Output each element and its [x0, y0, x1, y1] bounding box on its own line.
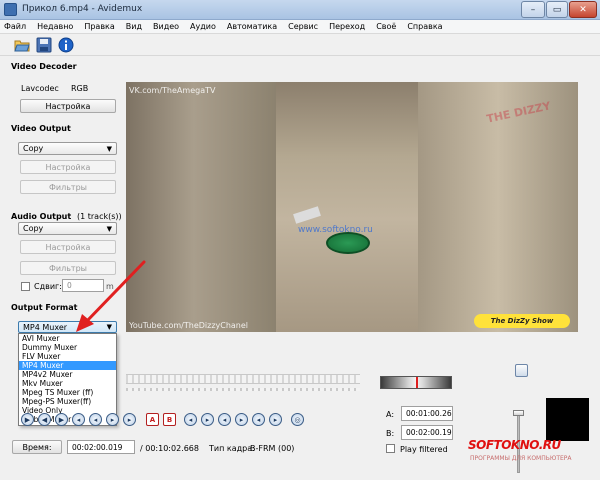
- current-time-field[interactable]: 00:02:00.019: [67, 440, 135, 454]
- decoder-colorspace: RGB: [71, 84, 89, 93]
- window-title: Прикол 6.mp4 - Avidemux: [22, 4, 143, 14]
- output-format-dropdown: AVI Muxer Dummy Muxer FLV Muxer MP4 Muxe…: [18, 333, 117, 426]
- marker-b-label: B:: [386, 429, 395, 438]
- audio-meter-icon[interactable]: [515, 364, 528, 377]
- menu-bar: Файл Недавно Правка Вид Видео Аудио Авто…: [0, 20, 600, 34]
- menu-view[interactable]: Вид: [126, 22, 142, 31]
- menu-video[interactable]: Видео: [153, 22, 179, 31]
- site-watermark: www.softokno.ru: [298, 225, 373, 235]
- rewind-icon[interactable]: ◀: [38, 413, 51, 426]
- marker-a-time[interactable]: 00:01:00.26: [401, 406, 453, 421]
- menu-go[interactable]: Переход: [329, 22, 365, 31]
- maximize-button[interactable]: ▭: [546, 1, 568, 18]
- zoom-slider-thumb[interactable]: [513, 410, 524, 416]
- volume-marker: [416, 377, 418, 388]
- goto-b-icon[interactable]: ▸: [201, 413, 214, 426]
- marker-a-label: A:: [386, 410, 395, 419]
- muxer-option-selected[interactable]: MP4 Muxer: [19, 361, 116, 370]
- shift-label: Сдвиг:: [34, 282, 62, 291]
- back-frame-icon[interactable]: ◂: [89, 413, 102, 426]
- timeline-track[interactable]: [126, 388, 360, 391]
- menu-recent[interactable]: Недавно: [37, 22, 73, 31]
- play-icon[interactable]: ▶: [21, 413, 34, 426]
- marker-a-icon[interactable]: A: [146, 413, 159, 426]
- muxer-option[interactable]: FLV Muxer: [19, 352, 116, 361]
- menu-audio[interactable]: Аудио: [190, 22, 216, 31]
- toolbar: [0, 34, 600, 56]
- muxer-option[interactable]: Video Only: [19, 406, 116, 415]
- red-arrow-annotation: [76, 260, 146, 332]
- frame-type-label: Тип кадра:: [209, 444, 255, 453]
- softokno-logo: SOFTOKNO.RU: [468, 438, 561, 452]
- audio-codec-value: Copy: [23, 224, 44, 233]
- muxer-option[interactable]: Mkv Muxer: [19, 379, 116, 388]
- marker-b-time[interactable]: 00:02:00.19: [401, 425, 453, 440]
- next-frame-icon[interactable]: ▸: [106, 413, 119, 426]
- video-codec-value: Copy: [23, 144, 44, 153]
- video-codec-select[interactable]: Copy ▼: [18, 142, 117, 155]
- menu-help[interactable]: Справка: [407, 22, 442, 31]
- play-filtered-checkbox[interactable]: [386, 444, 395, 453]
- info-icon[interactable]: [58, 37, 74, 53]
- muxer-option[interactable]: MP4v2 Muxer: [19, 370, 116, 379]
- menu-auto[interactable]: Автоматика: [227, 22, 277, 31]
- open-folder-icon[interactable]: [14, 37, 30, 53]
- audio-track-count: (1 track(s)): [77, 212, 122, 221]
- minimize-button[interactable]: –: [521, 1, 545, 18]
- green-bucket: [326, 232, 370, 254]
- dizzy-show-badge: The DizZy Show: [474, 314, 570, 328]
- menu-tools[interactable]: Сервис: [288, 22, 318, 31]
- save-icon[interactable]: [36, 37, 52, 53]
- chevron-down-icon: ▼: [106, 225, 112, 233]
- play-filtered-label: Play filtered: [400, 445, 448, 454]
- video-decoder-heading: Video Decoder: [11, 62, 77, 71]
- total-time: / 00:10:02.668: [140, 444, 199, 453]
- first-frame-icon[interactable]: ◂: [252, 413, 265, 426]
- next-keyframe-icon[interactable]: ▸: [123, 413, 136, 426]
- shift-checkbox[interactable]: [21, 282, 30, 291]
- last-frame-icon[interactable]: ▸: [269, 413, 282, 426]
- audio-output-heading: Audio Output (1 track(s)): [11, 212, 122, 221]
- decoder-codec: Lavcodec: [21, 84, 59, 93]
- prev-keyframe-icon[interactable]: ◂: [72, 413, 85, 426]
- mini-preview: [546, 398, 589, 441]
- volume-meter[interactable]: [380, 376, 452, 389]
- next-black-icon[interactable]: ▸: [235, 413, 248, 426]
- muxer-option[interactable]: Mpeg-PS Muxer(ff): [19, 397, 116, 406]
- softokno-tagline: ПРОГРАММЫ ДЛЯ КОМПЬЮТЕРА: [470, 455, 572, 462]
- audio-settings-button[interactable]: Настройка: [20, 240, 116, 254]
- goto-a-icon[interactable]: ◂: [184, 413, 197, 426]
- video-frame-center: [276, 82, 418, 332]
- audio-codec-select[interactable]: Copy ▼: [18, 222, 117, 235]
- audio-output-title: Audio Output: [11, 212, 72, 221]
- video-preview: VK.com/TheAmegaTV www.softokno.ru THE DI…: [126, 82, 578, 332]
- search-frame-icon[interactable]: ◎: [291, 413, 304, 426]
- app-icon: [4, 3, 17, 16]
- close-button[interactable]: ✕: [569, 1, 597, 18]
- chevron-down-icon: ▼: [106, 145, 112, 153]
- vk-watermark: VK.com/TheAmegaTV: [129, 86, 216, 95]
- timeline-slider[interactable]: [126, 374, 360, 384]
- video-output-heading: Video Output: [11, 124, 71, 133]
- prev-black-icon[interactable]: ◂: [218, 413, 231, 426]
- menu-custom[interactable]: Своё: [376, 22, 396, 31]
- muxer-option[interactable]: Dummy Muxer: [19, 343, 116, 352]
- frame-type-value: B-FRM (00): [250, 444, 295, 453]
- title-bar: Прикол 6.mp4 - Avidemux – ▭ ✕: [0, 0, 600, 20]
- forward-icon[interactable]: ▶: [55, 413, 68, 426]
- video-filters-button[interactable]: Фильтры: [20, 180, 116, 194]
- time-button[interactable]: Время:: [12, 440, 62, 454]
- menu-edit[interactable]: Правка: [84, 22, 114, 31]
- menu-file[interactable]: Файл: [4, 22, 26, 31]
- muxer-option[interactable]: Mpeg TS Muxer (ff): [19, 388, 116, 397]
- marker-b-icon[interactable]: B: [163, 413, 176, 426]
- decoder-settings-button[interactable]: Настройка: [20, 99, 116, 113]
- video-settings-button[interactable]: Настройка: [20, 160, 116, 174]
